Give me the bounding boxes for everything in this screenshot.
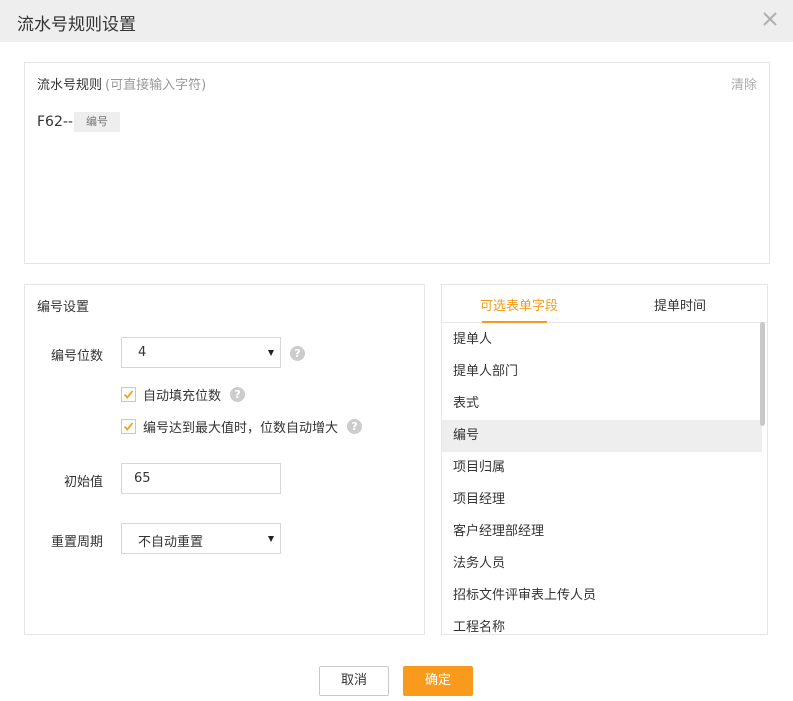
list-item[interactable]: 工程名称 xyxy=(442,612,762,634)
auto-fill-row: 自动填充位数 ? xyxy=(121,385,246,404)
list-item[interactable]: 项目归属 xyxy=(442,452,762,484)
chevron-down-icon xyxy=(268,350,274,356)
initial-value-label: 初始值 xyxy=(63,475,103,490)
help-icon[interactable]: ? xyxy=(230,387,246,402)
tab-form-fields[interactable]: 可选表单字段 xyxy=(480,295,558,314)
rule-editor[interactable]: 流水号规则 (可直接输入字符) 清除 F62-- 编号 xyxy=(24,62,770,264)
list-item[interactable]: 表式 xyxy=(442,388,762,420)
auto-grow-label: 编号达到最大值时，位数自动增大 xyxy=(143,421,339,436)
list-item[interactable]: 提单人 xyxy=(442,324,762,356)
list-item[interactable]: 客户经理部经理 xyxy=(442,516,762,548)
scrollbar[interactable] xyxy=(760,322,765,426)
digits-value: 4 xyxy=(138,345,147,360)
rule-prefix: F62-- xyxy=(37,114,73,130)
dialog-titlebar: 流水号规则设置 xyxy=(0,0,793,42)
auto-grow-checkbox[interactable] xyxy=(121,419,136,434)
auto-fill-checkbox[interactable] xyxy=(121,387,136,402)
list-item[interactable]: 提单人部门 xyxy=(442,356,762,388)
digits-label: 编号位数 xyxy=(50,349,103,364)
reset-cycle-label: 重置周期 xyxy=(50,535,103,550)
field-list: 提单人 提单人部门 表式 编号 项目归属 项目经理 客户经理部经理 法务人员 招… xyxy=(442,324,767,634)
auto-grow-row: 编号达到最大值时，位数自动增大 ? xyxy=(121,417,363,436)
list-item[interactable]: 编号 xyxy=(442,420,762,452)
close-icon[interactable] xyxy=(759,8,781,30)
rule-hint: (可直接输入字符) xyxy=(105,78,207,93)
chevron-down-icon xyxy=(268,536,274,542)
dialog-title: 流水号规则设置 xyxy=(17,15,136,35)
reset-cycle-select[interactable]: 不自动重置 xyxy=(121,523,281,554)
tab-submit-time[interactable]: 提单时间 xyxy=(654,295,706,314)
rule-content[interactable]: F62-- 编号 xyxy=(37,112,120,132)
form-fields-panel: 可选表单字段 提单时间 提单人 提单人部门 表式 编号 项目归属 项目经理 客户… xyxy=(441,284,768,635)
rule-token[interactable]: 编号 xyxy=(73,112,120,132)
digits-select[interactable]: 4 xyxy=(121,337,281,368)
reset-cycle-value: 不自动重置 xyxy=(138,535,204,550)
help-icon[interactable]: ? xyxy=(347,419,363,434)
field-tabs: 可选表单字段 提单时间 xyxy=(442,285,767,323)
rule-label-text: 流水号规则 xyxy=(37,78,103,93)
number-settings-panel: 编号设置 编号位数 4 ? 自动填充位数 ? 编号达到最大值时，位数自动增大 ?… xyxy=(24,284,425,635)
help-icon[interactable]: ? xyxy=(290,346,305,361)
clear-button[interactable]: 清除 xyxy=(731,74,757,93)
settings-title: 编号设置 xyxy=(37,300,90,315)
ok-button[interactable]: 确定 xyxy=(403,666,473,696)
list-item[interactable]: 项目经理 xyxy=(442,484,762,516)
list-item[interactable]: 招标文件评审表上传人员 xyxy=(442,580,762,612)
initial-value-input[interactable] xyxy=(121,463,281,494)
list-item[interactable]: 法务人员 xyxy=(442,548,762,580)
cancel-button[interactable]: 取消 xyxy=(319,666,389,696)
auto-fill-label: 自动填充位数 xyxy=(143,389,222,404)
rule-label: 流水号规则 (可直接输入字符) xyxy=(37,74,206,93)
active-tab-indicator xyxy=(482,321,547,323)
